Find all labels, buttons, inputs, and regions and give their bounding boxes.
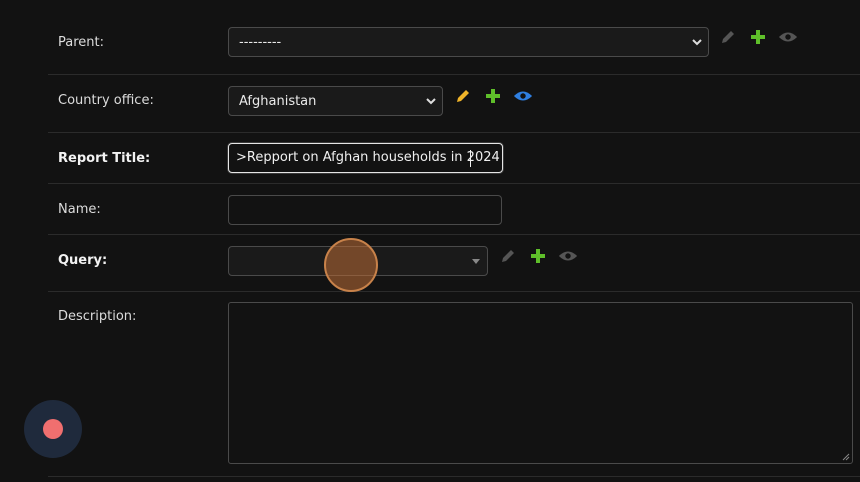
report-title-label: Report Title: [58, 151, 151, 166]
pencil-icon[interactable] [718, 27, 738, 47]
pencil-icon[interactable] [453, 86, 473, 106]
click-indicator [324, 238, 378, 292]
parent-select-value: --------- [239, 34, 282, 50]
row-divider [48, 183, 860, 184]
query-label: Query: [58, 253, 108, 268]
plus-icon[interactable] [528, 246, 548, 266]
name-input[interactable] [228, 195, 502, 225]
plus-icon[interactable] [483, 86, 503, 106]
eye-icon [778, 27, 798, 47]
eye-icon [558, 246, 578, 266]
parent-label: Parent: [58, 35, 104, 50]
record-icon [43, 419, 63, 439]
pencil-icon[interactable] [498, 246, 518, 266]
eye-icon[interactable] [513, 86, 533, 106]
row-divider [48, 234, 860, 235]
name-label: Name: [58, 202, 101, 217]
row-divider [48, 291, 860, 292]
description-label: Description: [58, 309, 137, 324]
chevron-down-icon [426, 98, 436, 105]
plus-icon[interactable] [748, 27, 768, 47]
row-divider [48, 74, 860, 75]
report-title-value: >Repport on Afghan households in 2024 [236, 150, 500, 165]
chevron-down-icon [692, 39, 702, 46]
record-button[interactable] [24, 400, 82, 458]
caret-down-icon [472, 259, 480, 264]
country-office-value: Afghanistan [239, 93, 317, 109]
resize-handle-icon[interactable] [842, 453, 850, 461]
country-office-label: Country office: [58, 93, 154, 108]
parent-select[interactable]: --------- [228, 27, 709, 57]
description-textarea[interactable] [228, 302, 853, 464]
row-divider [48, 132, 860, 133]
text-caret [470, 150, 471, 167]
row-divider [48, 476, 860, 477]
country-office-select[interactable]: Afghanistan [228, 86, 443, 116]
report-title-input[interactable]: >Repport on Afghan households in 2024 [228, 143, 503, 173]
